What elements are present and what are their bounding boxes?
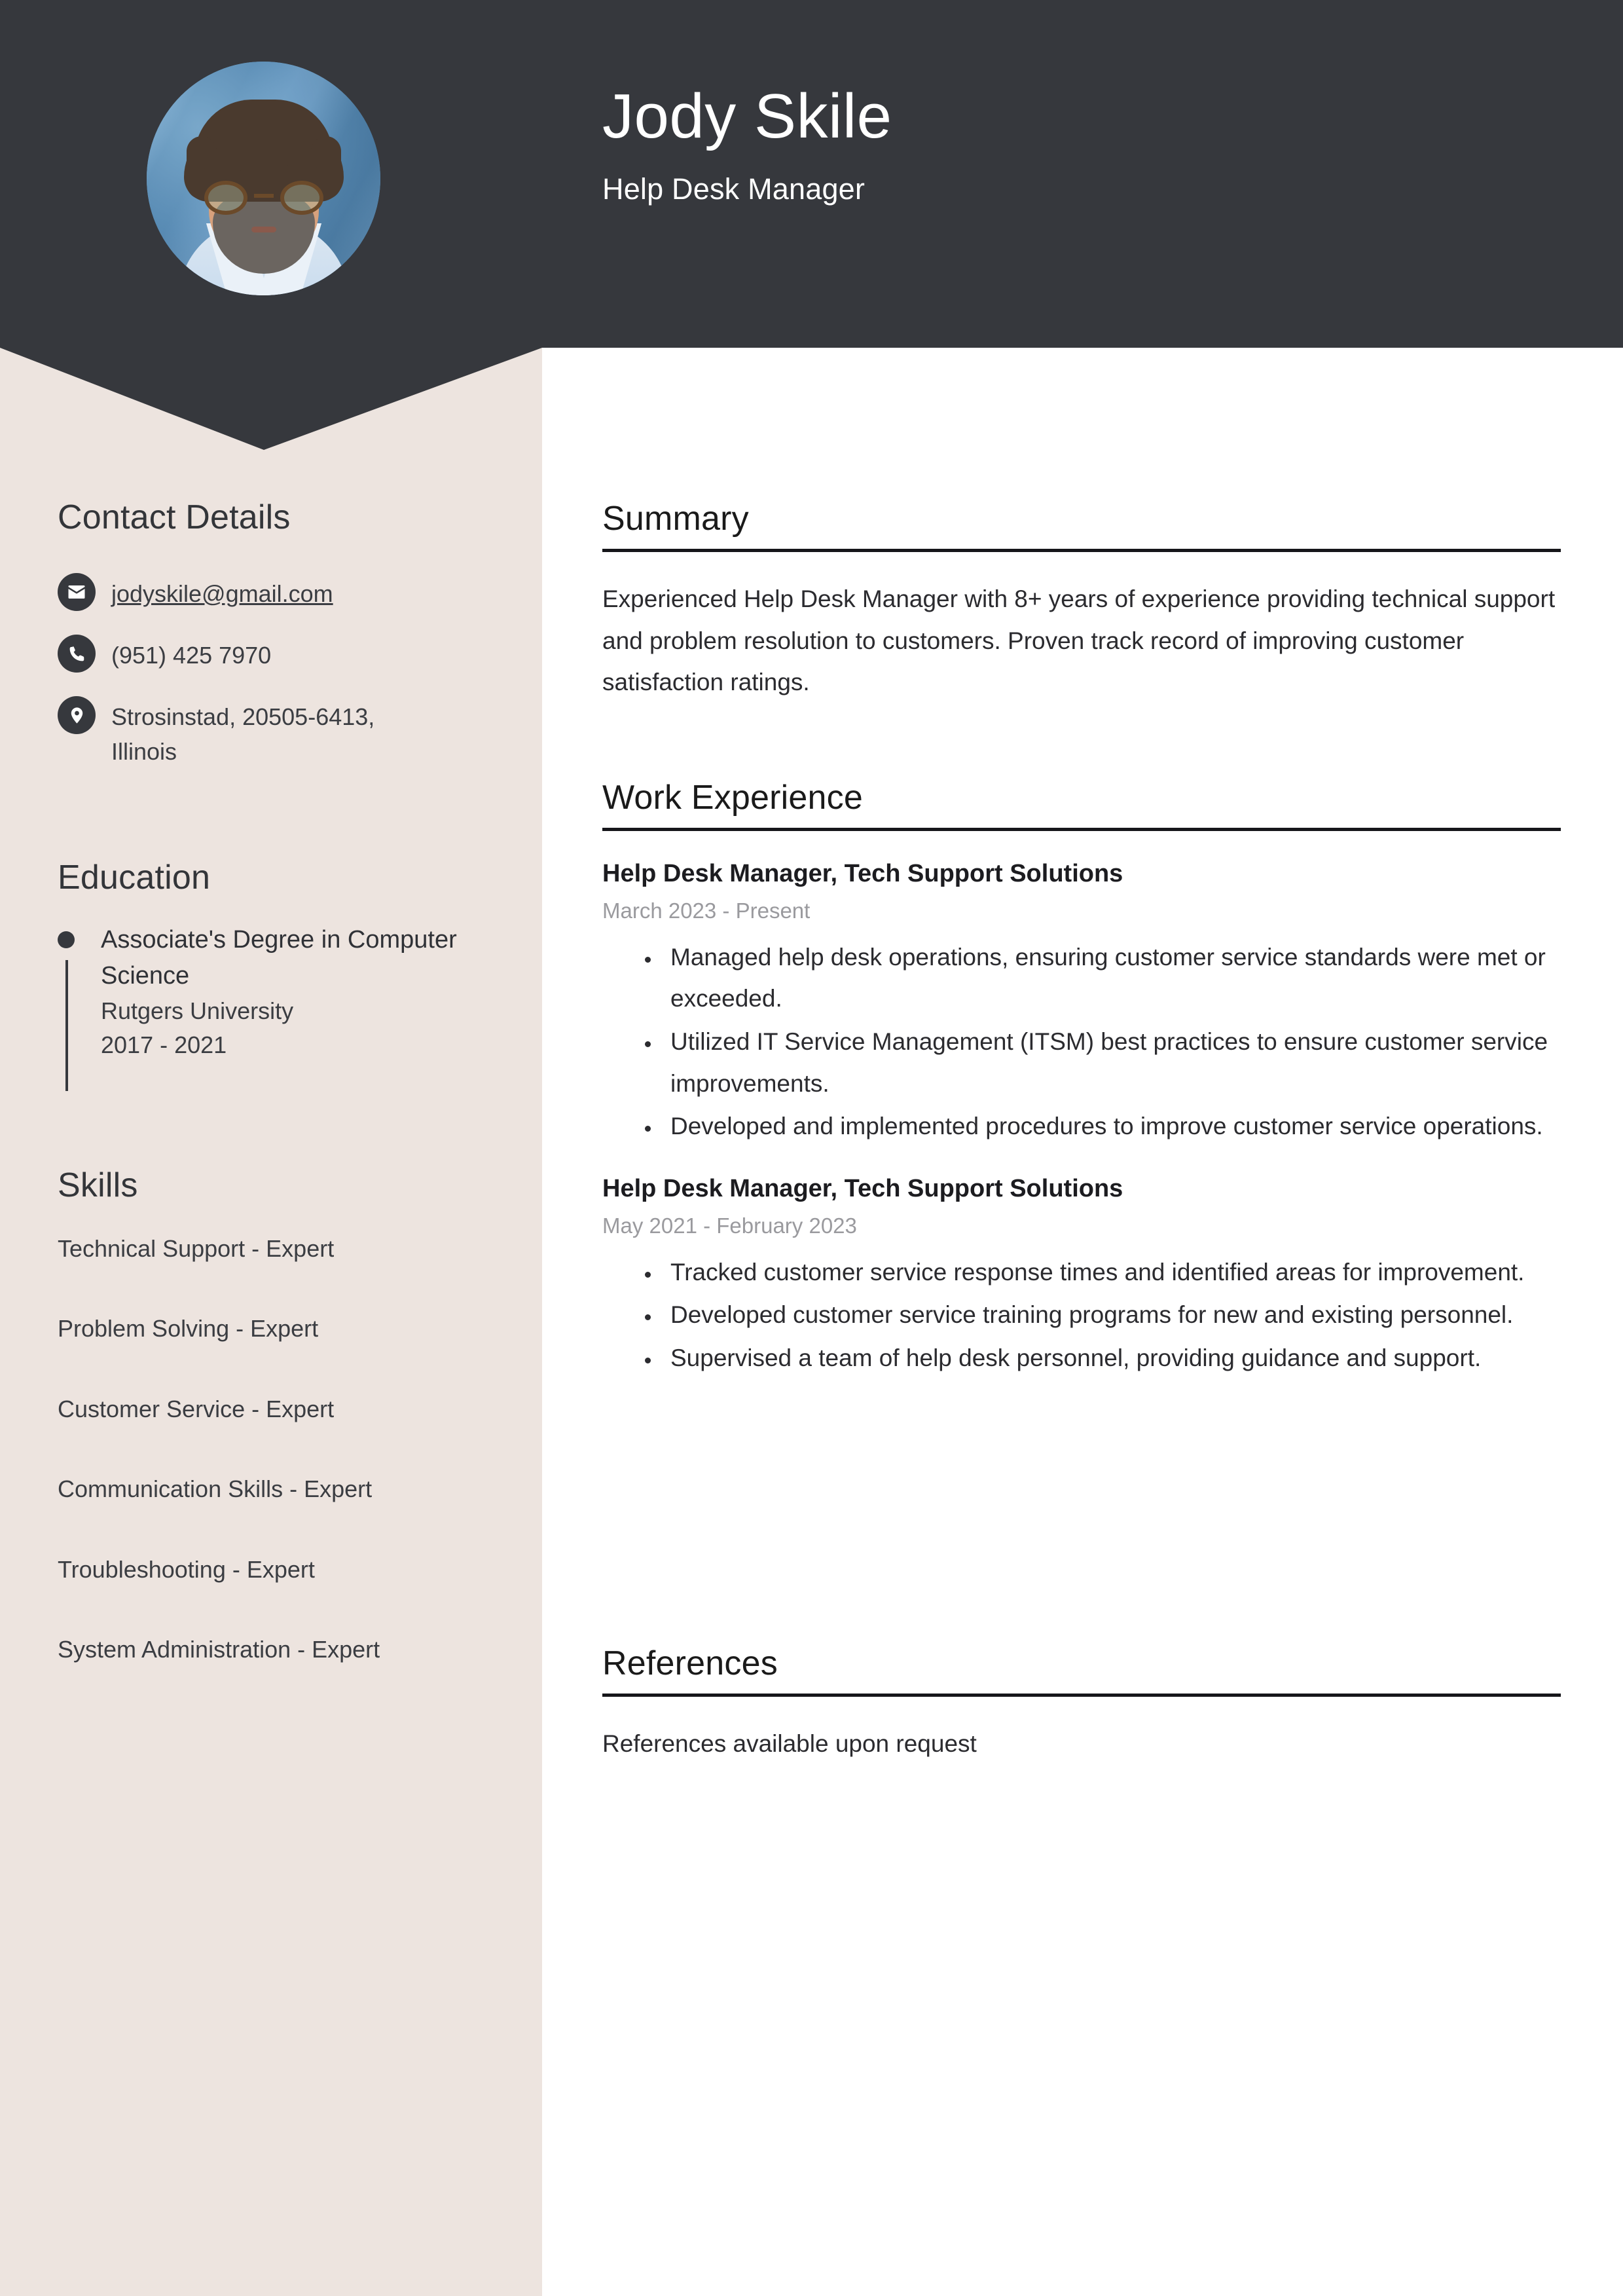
timeline-rail bbox=[65, 960, 68, 1091]
section-divider bbox=[602, 828, 1561, 831]
photo-mouth bbox=[251, 227, 276, 232]
contact-row-email[interactable]: jodyskile@gmail.com bbox=[58, 573, 516, 611]
job-title: Help Desk Manager, Tech Support Solution… bbox=[602, 1174, 1123, 1202]
contact-email-value[interactable]: jodyskile@gmail.com bbox=[111, 573, 333, 611]
education-dates: 2017 - 2021 bbox=[101, 1031, 227, 1059]
skill-item: Troubleshooting - Expert bbox=[58, 1555, 315, 1583]
contact-row-address: Strosinstad, 20505-6413, Illinois bbox=[58, 696, 516, 768]
resume-page: Jody Skile Help Desk Manager Contact Det… bbox=[0, 0, 1623, 2296]
envelope-icon bbox=[58, 573, 96, 611]
photo-lens-right bbox=[280, 181, 323, 215]
photo-glasses bbox=[203, 181, 325, 215]
bullet-dot-icon bbox=[58, 931, 75, 948]
job-dates: May 2021 - February 2023 bbox=[602, 1213, 857, 1238]
job-entry: Help Desk Manager, Tech Support Solution… bbox=[602, 857, 1561, 1147]
job-bullet: Developed and implemented procedures to … bbox=[661, 1105, 1561, 1147]
education-list: Associate's Degree in Computer Science R… bbox=[58, 922, 516, 1091]
summary-heading: Summary bbox=[602, 500, 749, 538]
job-bullet: Managed help desk operations, ensuring c… bbox=[661, 936, 1561, 1020]
contact-phone-value[interactable]: (951) 425 7970 bbox=[111, 635, 271, 673]
work-experience-heading: Work Experience bbox=[602, 779, 863, 817]
job-bullet-list: Managed help desk operations, ensuring c… bbox=[661, 936, 1561, 1147]
avatar bbox=[147, 62, 380, 295]
header-job-title: Help Desk Manager bbox=[602, 172, 866, 206]
phone-icon bbox=[58, 635, 96, 673]
avatar-photo bbox=[147, 62, 380, 295]
header-text-block: Jody Skile Help Desk Manager bbox=[602, 81, 892, 206]
photo-glasses-bridge bbox=[253, 194, 274, 198]
contact-details-list: jodyskile@gmail.com (951) 425 7970 Stros… bbox=[58, 573, 516, 792]
education-heading: Education bbox=[58, 859, 211, 897]
contact-row-phone[interactable]: (951) 425 7970 bbox=[58, 635, 516, 673]
skill-item: System Administration - Expert bbox=[58, 1635, 380, 1663]
section-references: References References available upon req… bbox=[602, 1644, 1561, 1765]
page-title: Jody Skile bbox=[602, 81, 892, 151]
education-item: Associate's Degree in Computer Science R… bbox=[58, 922, 516, 1091]
references-heading: References bbox=[602, 1644, 778, 1682]
skill-item: Customer Service - Expert bbox=[58, 1395, 335, 1422]
contact-details-heading: Contact Details bbox=[58, 498, 291, 536]
job-bullet-list: Tracked customer service response times … bbox=[661, 1251, 1561, 1379]
contact-address-value: Strosinstad, 20505-6413, Illinois bbox=[111, 703, 375, 765]
job-bullet: Supervised a team of help desk personnel… bbox=[661, 1337, 1561, 1379]
section-divider bbox=[602, 549, 1561, 552]
section-divider bbox=[602, 1694, 1561, 1697]
map-pin-icon bbox=[58, 696, 96, 735]
photo-lens-left bbox=[204, 181, 247, 215]
references-text: References available upon request bbox=[602, 1730, 977, 1757]
skill-item: Problem Solving - Expert bbox=[58, 1315, 319, 1342]
job-entry: Help Desk Manager, Tech Support Solution… bbox=[602, 1172, 1561, 1379]
job-bullet: Tracked customer service response times … bbox=[661, 1251, 1561, 1293]
section-work-experience: Work Experience Help Desk Manager, Tech … bbox=[602, 778, 1561, 1404]
job-title: Help Desk Manager, Tech Support Solution… bbox=[602, 860, 1123, 887]
job-bullet: Developed customer service training prog… bbox=[661, 1294, 1561, 1336]
education-school: Rutgers University bbox=[101, 997, 294, 1025]
summary-text: Experienced Help Desk Manager with 8+ ye… bbox=[602, 585, 1556, 696]
job-dates: March 2023 - Present bbox=[602, 898, 811, 923]
education-degree: Associate's Degree in Computer Science bbox=[101, 926, 457, 990]
skill-item: Technical Support - Expert bbox=[58, 1235, 335, 1262]
section-summary: Summary Experienced Help Desk Manager wi… bbox=[602, 499, 1561, 703]
job-bullet: Utilized IT Service Management (ITSM) be… bbox=[661, 1021, 1561, 1104]
skills-list: Technical Support - Expert Problem Solvi… bbox=[58, 1232, 529, 1713]
skill-item: Communication Skills - Expert bbox=[58, 1475, 373, 1503]
skills-heading: Skills bbox=[58, 1166, 138, 1204]
